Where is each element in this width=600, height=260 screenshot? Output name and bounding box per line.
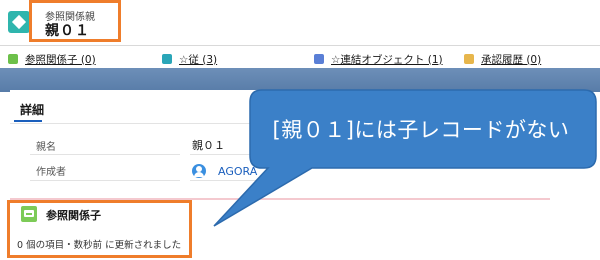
callout-text: [親０１]には子レコードがない bbox=[272, 118, 570, 142]
